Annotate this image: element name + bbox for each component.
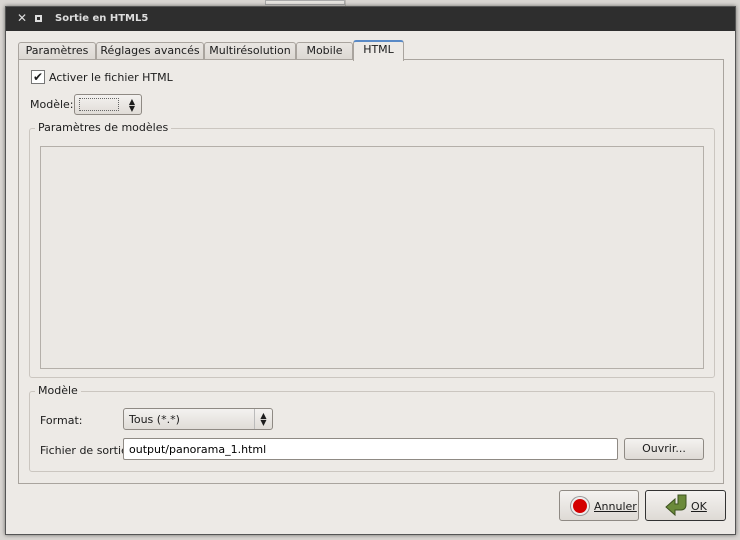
window-title: Sortie en HTML5	[55, 13, 149, 24]
ok-label: OK	[691, 500, 707, 513]
background-window-button	[265, 0, 345, 5]
enable-html-label: Activer le fichier HTML	[49, 71, 173, 84]
group-title: Modèle	[35, 384, 81, 397]
updown-arrow-icon: ▲ ▼	[254, 409, 272, 429]
open-button[interactable]: Ouvrir...	[624, 438, 704, 460]
tab-label: Multirésolution	[209, 44, 291, 57]
html5-output-dialog: ✕ Sortie en HTML5 Paramètres Réglages av…	[5, 6, 736, 535]
template-label: Modèle:	[30, 98, 74, 111]
cancel-button[interactable]: Annuler	[559, 490, 639, 521]
enable-html-checkbox[interactable]: ✔	[31, 70, 45, 84]
html-tab-panel: ✔ Activer le fichier HTML Modèle: ▲ ▼ Par…	[18, 59, 724, 484]
focus-rect	[79, 98, 119, 111]
tab-label: Mobile	[306, 44, 343, 57]
group-title: Paramètres de modèles	[35, 121, 172, 134]
tab-label: Paramètres	[25, 44, 89, 57]
tab-label: HTML	[363, 43, 394, 56]
template-params-area[interactable]	[40, 146, 704, 369]
close-icon[interactable]: ✕	[17, 11, 27, 25]
format-value: Tous (*.*)	[129, 413, 180, 426]
tab-reglages-avances[interactable]: Réglages avancés	[96, 42, 204, 59]
format-label: Format:	[40, 414, 83, 427]
tab-parametres[interactable]: Paramètres	[18, 42, 96, 59]
stop-icon	[571, 497, 589, 515]
updown-arrow-icon: ▲ ▼	[128, 97, 136, 113]
title-bar: ✕ Sortie en HTML5	[6, 7, 735, 31]
model-group: Modèle Format: Tous (*.*) ▲ ▼ Fichier de …	[29, 384, 715, 472]
tab-multiresolution[interactable]: Multirésolution	[204, 42, 296, 59]
tab-html[interactable]: HTML	[353, 40, 404, 61]
output-file-label: Fichier de sortie:	[40, 444, 132, 457]
cancel-label: Annuler	[594, 500, 637, 513]
maximize-icon[interactable]	[35, 15, 42, 22]
tab-mobile[interactable]: Mobile	[296, 42, 353, 59]
format-combo[interactable]: Tous (*.*) ▲ ▼	[123, 408, 273, 430]
ok-arrow-icon	[665, 494, 687, 517]
ok-button[interactable]: OK	[645, 490, 726, 521]
template-params-group: Paramètres de modèles	[29, 121, 715, 378]
tab-label: Réglages avancés	[100, 44, 200, 57]
template-combo[interactable]: ▲ ▼	[74, 94, 142, 115]
output-file-input[interactable]	[123, 438, 618, 460]
open-label: Ouvrir...	[642, 442, 686, 455]
